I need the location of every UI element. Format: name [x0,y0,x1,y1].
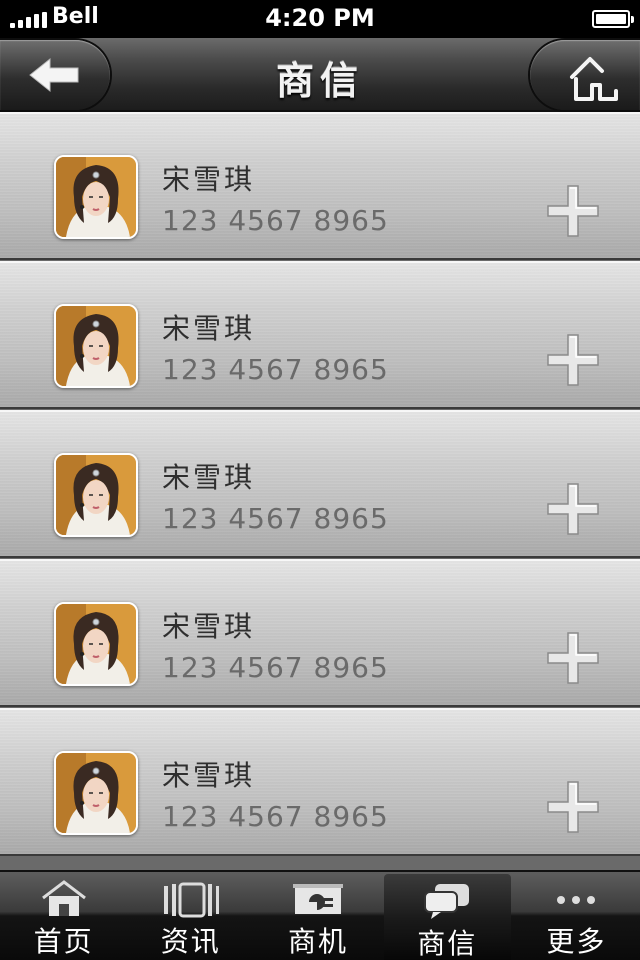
contact-row[interactable]: 宋雪琪 123 4567 8965 [0,708,640,856]
tab-label: 更多 [546,925,607,958]
tab-more[interactable]: 更多 [513,872,640,960]
plus-icon [546,483,600,540]
add-contact-button[interactable] [546,482,600,536]
contact-name: 宋雪琪 [162,461,256,494]
avatar [54,155,138,239]
contact-phone: 123 4567 8965 [162,800,389,833]
add-contact-button[interactable] [546,780,600,834]
contact-row[interactable]: 宋雪琪 123 4567 8965 [0,410,640,558]
contact-name: 宋雪琪 [162,163,256,196]
contact-row[interactable]: 宋雪琪 123 4567 8965 [0,559,640,707]
battery-icon [592,10,634,28]
plus-icon [546,632,600,689]
plus-icon [546,334,600,391]
status-bar: Bell 4:20 PM [0,0,640,38]
home-icon [570,57,618,101]
contact-name: 宋雪琪 [162,610,256,643]
tab-label: 首页 [33,925,94,958]
contact-name: 宋雪琪 [162,312,256,345]
add-contact-button[interactable] [546,631,600,685]
add-contact-button[interactable] [546,184,600,238]
contact-row[interactable]: 宋雪琪 123 4567 8965 [0,112,640,260]
avatar [54,453,138,537]
tab-label: 资讯 [160,925,221,958]
contact-name: 宋雪琪 [162,759,256,792]
contact-list[interactable]: 宋雪琪 123 4567 8965 宋雪琪 123 4567 8965 宋雪琪 123 4… [0,112,640,870]
tab-home[interactable]: 首页 [0,872,127,960]
contact-phone: 123 4567 8965 [162,204,389,237]
contact-row[interactable]: 宋雪琪 123 4567 8965 [0,261,640,409]
nav-bar: 商信 [0,38,640,112]
tab-messages[interactable]: 商信 [383,874,511,960]
plus-icon [546,781,600,838]
contact-phone: 123 4567 8965 [162,651,389,684]
add-contact-button[interactable] [546,333,600,387]
tab-bar: 首页 资讯 商机 商信 更多 [0,870,640,960]
contact-phone: 123 4567 8965 [162,502,389,535]
tab-label: 商信 [417,927,478,960]
tab-label: 商机 [288,925,349,958]
avatar [54,751,138,835]
avatar [54,602,138,686]
avatar [54,304,138,388]
tab-opportunity[interactable]: 商机 [254,872,381,960]
contact-phone: 123 4567 8965 [162,353,389,386]
tab-news[interactable]: 资讯 [127,872,254,960]
home-button[interactable] [530,40,640,110]
plus-icon [546,185,600,242]
status-time: 4:20 PM [265,4,375,32]
